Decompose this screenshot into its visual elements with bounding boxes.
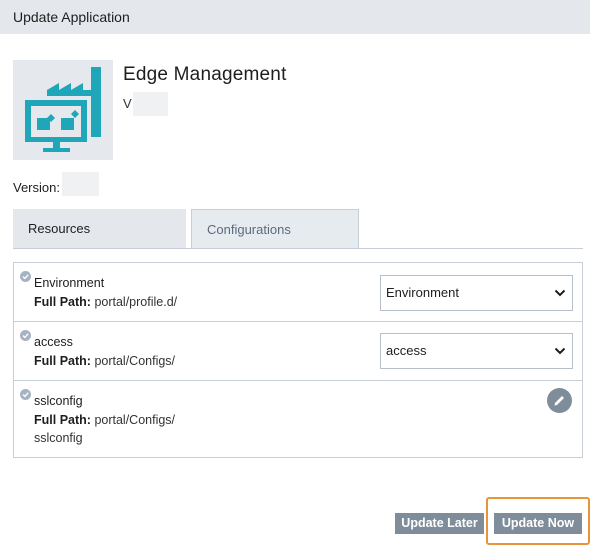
app-name: Edge Management <box>123 64 287 85</box>
factory-monitor-icon <box>13 60 113 160</box>
version-value <box>62 172 99 196</box>
app-version-value <box>133 92 168 116</box>
check-circle-icon <box>20 271 31 282</box>
config-row-sslconfig: sslconfig Full Path: portal/Configs/ ssl… <box>14 381 582 457</box>
path-value: portal/Configs/ <box>94 413 176 427</box>
config-path: Full Path: portal/Configs/ <box>34 352 175 370</box>
app-version-prefix: V <box>123 96 132 111</box>
edit-config-button[interactable] <box>547 388 572 413</box>
config-name: Environment <box>34 276 105 290</box>
select-value: Environment <box>386 285 459 300</box>
pencil-icon <box>554 396 564 406</box>
tab-configurations[interactable]: Configurations <box>191 209 359 249</box>
path-value: portal/Configs/ <box>94 354 176 368</box>
chevron-down-icon <box>554 347 566 355</box>
config-row-access: access Full Path: portal/Configs/ access <box>14 322 582 381</box>
path-label: Full Path: <box>34 295 91 309</box>
check-circle-icon <box>20 330 31 341</box>
path-label: Full Path: <box>34 413 91 427</box>
update-later-button[interactable]: Update Later <box>395 513 484 534</box>
tab-divider <box>13 248 583 249</box>
dialog-title: Update Application <box>13 9 130 25</box>
chevron-down-icon <box>554 289 566 297</box>
dialog-header: Update Application <box>0 0 590 34</box>
config-path: Full Path: portal/profile.d/ <box>34 293 177 311</box>
config-path: Full Path: portal/Configs/ sslconfig <box>34 411 175 447</box>
path-label: Full Path: <box>34 354 91 368</box>
access-select[interactable]: access <box>380 333 573 369</box>
config-name: sslconfig <box>34 394 83 408</box>
path-value: portal/profile.d/ <box>94 295 178 309</box>
environment-select[interactable]: Environment <box>380 275 573 311</box>
update-now-button[interactable]: Update Now <box>494 513 582 534</box>
tab-resources[interactable]: Resources <box>13 209 186 249</box>
check-circle-icon <box>20 389 31 400</box>
config-row-environment: Environment Full Path: portal/profile.d/… <box>14 263 582 322</box>
select-value: access <box>386 343 427 358</box>
version-label: Version: <box>13 180 60 195</box>
path-value-continued: sslconfig <box>34 431 83 445</box>
app-icon <box>13 60 113 160</box>
config-name: access <box>34 335 73 349</box>
config-list: Environment Full Path: portal/profile.d/… <box>13 262 583 458</box>
